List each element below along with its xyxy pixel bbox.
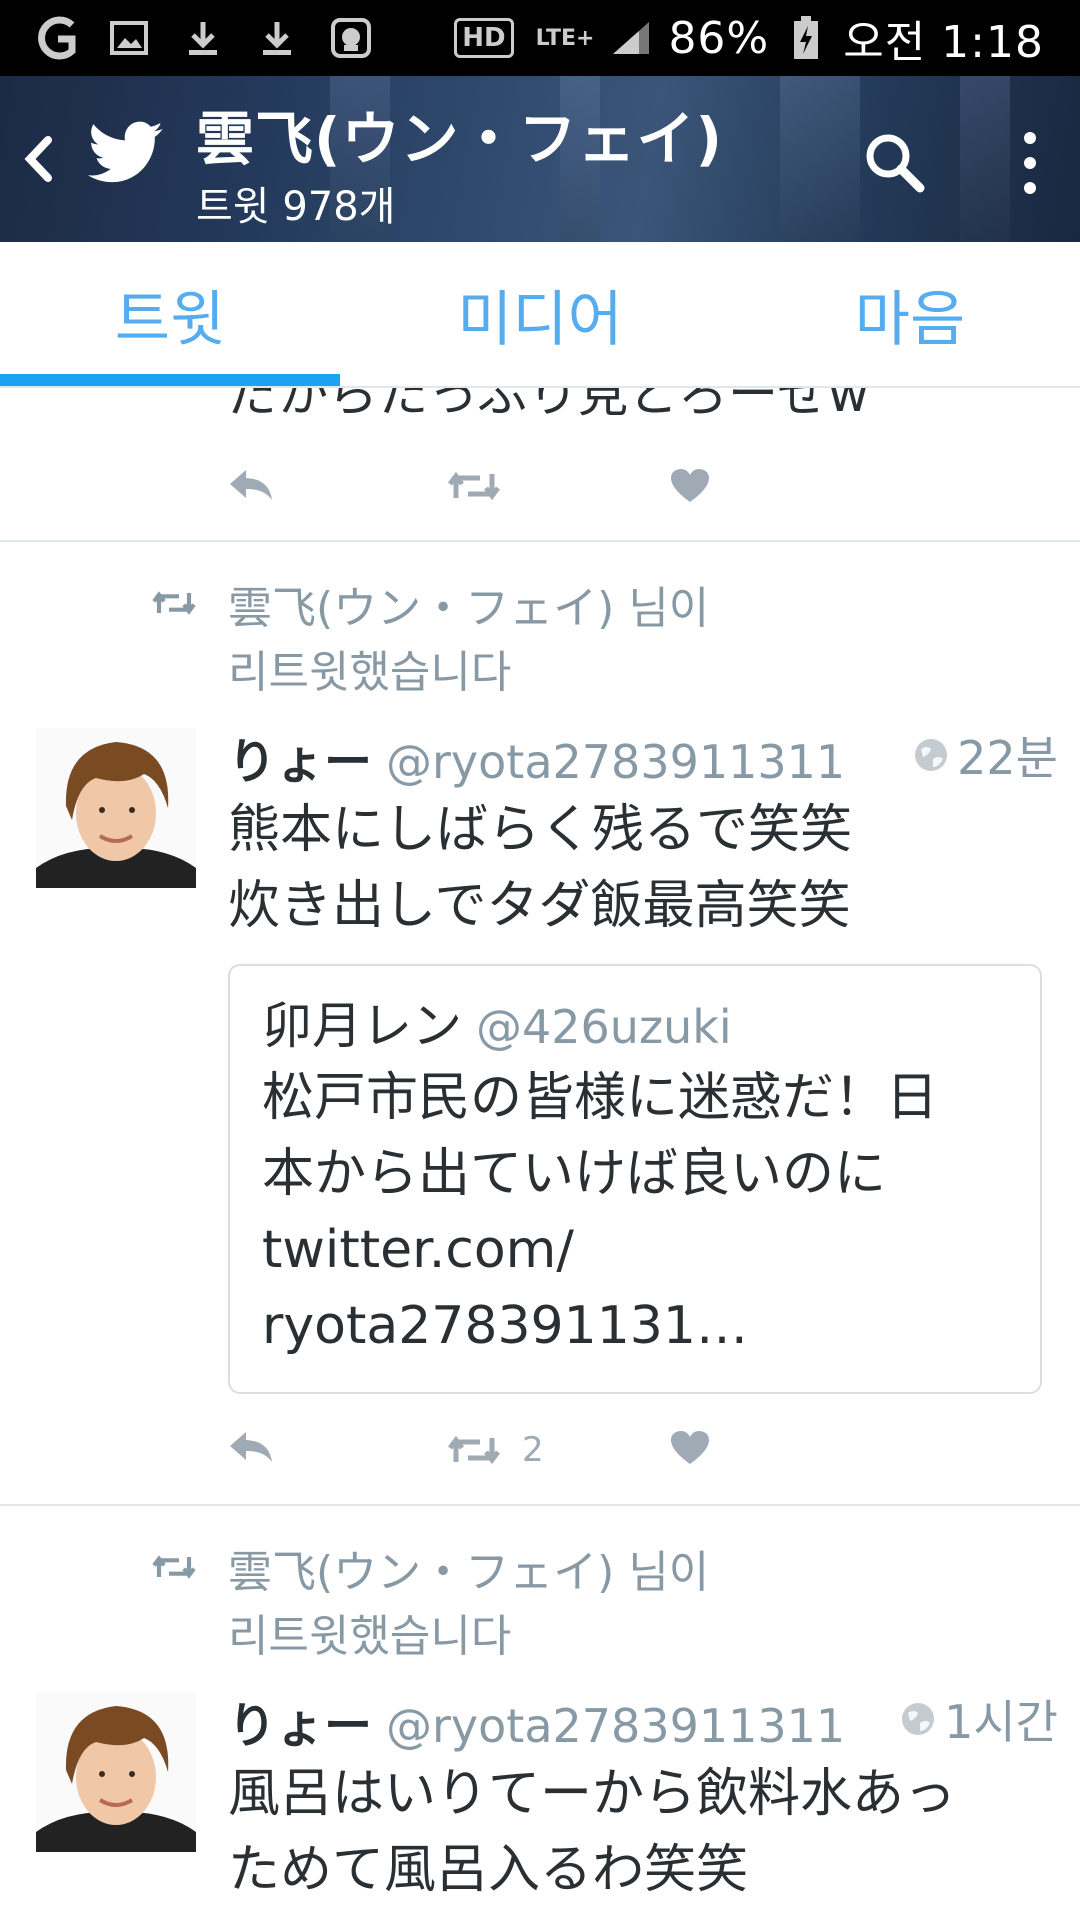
- tweet-feed[interactable]: だからたっぷり見とろーぜw 雲飞(ウン・フェイ) 님이 리트윗했습니다 りょー @…: [0, 388, 1080, 1920]
- user-handle[interactable]: @ryota2783911311: [386, 1699, 845, 1753]
- battery-charging-icon: [783, 15, 829, 61]
- retweet-context: 雲飞(ウン・フェイ) 님이: [228, 583, 710, 634]
- tab-media[interactable]: 미디어: [370, 242, 710, 386]
- back-arrow-icon[interactable]: [18, 126, 58, 192]
- profile-header: 雲飞(ウン・フェイ) 트윗 978개: [0, 76, 1080, 242]
- battery-percent: 86%: [668, 12, 770, 64]
- status-bar: HD LTE+ 86% 오전 1:18: [0, 0, 1080, 76]
- tweet-text: 風呂はいりてーから飲料水あっ ためて風呂入るわ笑笑: [228, 1764, 957, 1900]
- retweet-count: 2: [522, 1430, 544, 1470]
- user-name[interactable]: りょー: [228, 734, 372, 790]
- tweet-header: りょー @ryota2783911311 22분: [228, 722, 1058, 790]
- retweet-icon: [150, 588, 198, 618]
- user-name[interactable]: りょー: [228, 1698, 372, 1754]
- reply-icon[interactable]: [228, 1430, 274, 1464]
- clock: 오전 1:18: [843, 17, 1044, 68]
- reply-icon[interactable]: [228, 468, 274, 502]
- signal-icon: [608, 15, 654, 61]
- quoted-user-name: 卯月レン: [262, 997, 462, 1055]
- like-icon[interactable]: [670, 1430, 710, 1466]
- retweet-icon: [150, 1552, 198, 1582]
- page-title: 雲飞(ウン・フェイ): [196, 105, 724, 173]
- tweet-actions: [228, 468, 848, 518]
- lte-label: LTE+: [535, 25, 595, 51]
- hd-badge: HD: [454, 18, 514, 58]
- tweet-text: 熊本にしばらく残るで笑笑 炊き出しでタダ飯最高笑笑: [228, 800, 853, 936]
- tweet-time: 22분: [913, 722, 1058, 788]
- active-tab-indicator: [0, 374, 340, 386]
- quoted-tweet-text: 松戸市民の皆様に迷惑だ！日 本から出ていけば良いのに twitter.com/ …: [262, 1068, 939, 1356]
- retweet-button[interactable]: 2: [446, 1430, 544, 1470]
- retweet-context: 리트윗했습니다: [228, 1611, 512, 1662]
- like-icon[interactable]: [670, 468, 710, 504]
- app-notification-icon: [328, 15, 374, 61]
- tweet-actions: 2: [228, 1430, 848, 1480]
- globe-icon: [902, 1703, 935, 1735]
- quoted-user-handle: @426uzuki: [476, 1000, 732, 1054]
- tweet-text: だからたっぷり見とろーぜw: [228, 388, 869, 423]
- avatar[interactable]: [36, 728, 196, 888]
- retweet-icon: [448, 1435, 500, 1465]
- divider: [0, 1504, 1080, 1506]
- retweet-icon[interactable]: [446, 468, 502, 504]
- search-icon[interactable]: [860, 128, 930, 198]
- quoted-tweet[interactable]: 卯月レン @426uzuki 松戸市民の皆様に迷惑だ！日 本から出ていけば良いのに…: [228, 964, 1042, 1394]
- tweet-header: りょー @ryota2783911311 1시간: [228, 1686, 1058, 1754]
- retweet-context: 雲飞(ウン・フェイ) 님이: [228, 1547, 710, 1598]
- twitter-bird-icon: [88, 118, 164, 188]
- tab-likes[interactable]: 마음: [740, 242, 1080, 386]
- tweet-time-text: 22분: [957, 731, 1058, 785]
- retweet-context: 리트윗했습니다: [228, 647, 512, 698]
- avatar[interactable]: [36, 1692, 196, 1852]
- profile-tabs: 트윗 미디어 마음: [0, 242, 1080, 388]
- more-vertical-icon[interactable]: [1010, 128, 1050, 198]
- quoted-tweet-header: 卯月レン @426uzuki: [262, 986, 732, 1058]
- download-icon: [180, 15, 226, 61]
- tweet-time-text: 1시간: [944, 1695, 1058, 1749]
- tweet-time: 1시간: [900, 1686, 1058, 1752]
- user-handle[interactable]: @ryota2783911311: [386, 735, 845, 789]
- tweet-count: 트윗 978개: [196, 184, 396, 230]
- gallery-icon: [106, 15, 152, 61]
- tab-tweets[interactable]: 트윗: [0, 242, 340, 386]
- globe-icon: [915, 739, 948, 771]
- divider: [0, 540, 1080, 542]
- download-icon: [254, 15, 300, 61]
- carrier-g-icon: [32, 15, 78, 61]
